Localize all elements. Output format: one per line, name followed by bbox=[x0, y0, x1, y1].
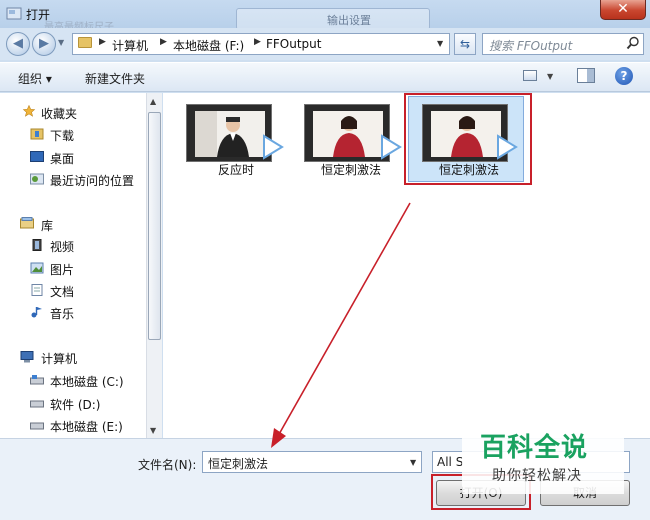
play-icon bbox=[380, 134, 402, 160]
refresh-button[interactable]: ⇆ bbox=[454, 33, 476, 55]
nav-item-recent[interactable]: 最近访问的位置 bbox=[50, 172, 134, 189]
nav-computer[interactable]: 计算机 bbox=[41, 350, 77, 367]
pictures-library-icon bbox=[30, 262, 44, 274]
nav-item-pictures[interactable]: 图片 bbox=[50, 261, 74, 278]
address-dropdown-icon[interactable]: ▼ bbox=[437, 39, 443, 48]
scroll-up-icon[interactable]: ▲ bbox=[150, 97, 156, 106]
drive-icon bbox=[30, 422, 44, 430]
filename-label: 文件名(N): bbox=[138, 458, 197, 472]
star-icon bbox=[22, 105, 36, 117]
nav-item-videos[interactable]: 视频 bbox=[50, 238, 74, 255]
file-name[interactable]: 反应时 bbox=[181, 161, 291, 178]
nav-item-drive-e[interactable]: 本地磁盘 (E:) bbox=[50, 418, 123, 435]
chevron-right-icon[interactable]: ▶ bbox=[254, 37, 261, 47]
video-library-icon bbox=[32, 239, 42, 251]
folder-icon bbox=[78, 37, 92, 48]
nav-item-drive-c[interactable]: 本地磁盘 (C:) bbox=[50, 373, 124, 390]
file-name-selected[interactable]: 恒定刺激法 bbox=[414, 161, 524, 178]
play-icon bbox=[262, 134, 284, 160]
recent-pages-arrow-icon[interactable]: ▼ bbox=[58, 38, 64, 47]
play-icon bbox=[496, 134, 518, 160]
filename-value[interactable]: 恒定刺激法 bbox=[208, 455, 268, 472]
download-icon bbox=[30, 128, 44, 140]
nav-item-downloads[interactable]: 下载 bbox=[50, 127, 74, 144]
video-thumbnail[interactable] bbox=[304, 104, 390, 162]
chevron-right-icon[interactable]: ▶ bbox=[99, 37, 106, 47]
watermark-subtitle: 助你轻松解决 bbox=[492, 468, 582, 484]
help-button[interactable]: ? bbox=[615, 67, 633, 85]
documents-library-icon bbox=[31, 284, 43, 296]
file-name[interactable]: 恒定刺激法 bbox=[296, 161, 406, 178]
view-dropdown-icon[interactable]: ▼ bbox=[547, 72, 553, 81]
preview-pane-icon bbox=[587, 69, 594, 82]
scroll-down-icon[interactable]: ▼ bbox=[150, 426, 156, 435]
back-button[interactable]: ◀ bbox=[6, 32, 30, 56]
organize-menu[interactable]: 组织 ▾ bbox=[18, 70, 52, 87]
nav-libraries[interactable]: 库 bbox=[41, 217, 53, 234]
breadcrumb-ffoutput[interactable]: FFOutput bbox=[266, 37, 322, 51]
nav-item-music[interactable]: 音乐 bbox=[50, 305, 74, 322]
nav-scroll-thumb[interactable] bbox=[148, 112, 161, 340]
recent-places-icon bbox=[30, 173, 44, 185]
breadcrumb-computer[interactable]: 计算机 bbox=[112, 37, 148, 54]
library-icon bbox=[20, 217, 34, 229]
close-button[interactable]: ✕ bbox=[600, 0, 646, 20]
watermark-logo: 百科全说 bbox=[480, 433, 589, 463]
nav-item-documents[interactable]: 文档 bbox=[50, 283, 74, 300]
computer-icon bbox=[20, 351, 34, 363]
file-type-value[interactable]: All S bbox=[437, 455, 463, 469]
nav-item-desktop[interactable]: 桌面 bbox=[50, 150, 74, 167]
search-placeholder: 搜索 FFOutput bbox=[489, 39, 573, 53]
desktop-icon bbox=[30, 151, 44, 162]
new-folder-button[interactable]: 新建文件夹 bbox=[85, 70, 145, 87]
search-icon[interactable] bbox=[626, 36, 640, 50]
music-library-icon bbox=[31, 307, 42, 318]
nav-item-drive-d[interactable]: 软件 (D:) bbox=[50, 396, 100, 413]
drive-icon bbox=[30, 375, 44, 385]
background-window-button: 输出设置 bbox=[236, 8, 430, 30]
forward-button[interactable]: ▶ bbox=[32, 32, 56, 56]
dialog-icon bbox=[6, 7, 22, 20]
view-icon[interactable] bbox=[523, 70, 537, 81]
chevron-right-icon[interactable]: ▶ bbox=[160, 37, 167, 47]
video-thumbnail[interactable] bbox=[186, 104, 272, 162]
nav-favorites[interactable]: 收藏夹 bbox=[41, 105, 77, 122]
breadcrumb-drive-f[interactable]: 本地磁盘 (F:) bbox=[173, 37, 244, 54]
filename-dropdown-icon[interactable]: ▼ bbox=[410, 458, 416, 467]
drive-icon bbox=[30, 400, 44, 408]
